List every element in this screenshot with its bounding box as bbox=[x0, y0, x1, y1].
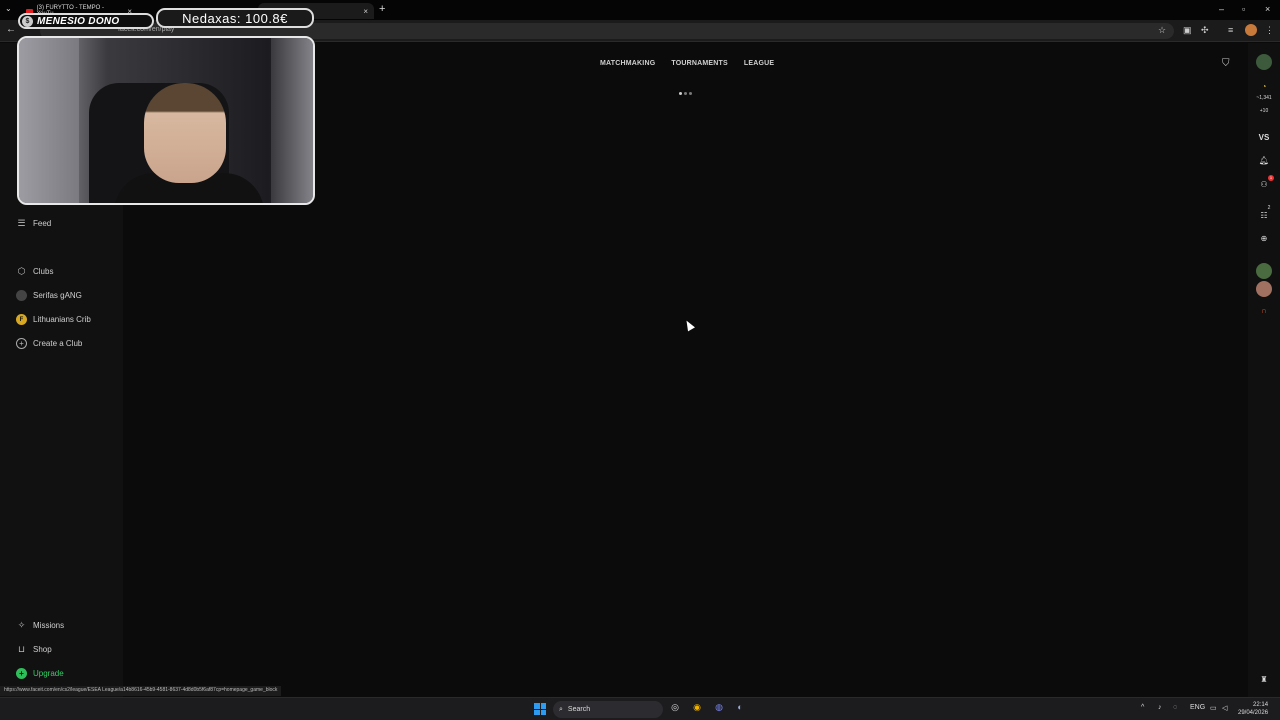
sidebar-item-club-serifas[interactable]: Serifas gANG bbox=[16, 290, 82, 301]
app-icon[interactable]: ◎ bbox=[668, 702, 682, 716]
clock[interactable]: 22:14 29/04/2026 bbox=[1238, 701, 1268, 717]
elo-delta: +10 bbox=[1259, 108, 1269, 114]
user-avatar[interactable] bbox=[1256, 54, 1272, 70]
sidebar-item-shop[interactable]: ⊔ Shop bbox=[16, 644, 52, 655]
coin-icon: $ bbox=[22, 15, 33, 27]
plus-circle-icon: + bbox=[16, 338, 27, 349]
dono-banner: $ MENESIO DONO bbox=[18, 13, 154, 29]
back-arrow-icon[interactable]: ← bbox=[6, 24, 16, 35]
vs-button[interactable]: VS bbox=[1256, 133, 1272, 142]
mic-icon[interactable]: ♪ bbox=[1158, 704, 1162, 711]
shop-bag-icon: ⊔ bbox=[17, 644, 26, 654]
sidebar-item-label: Feed bbox=[33, 219, 52, 228]
discord-icon[interactable]: ◍ bbox=[712, 702, 726, 716]
status-url: https://www.faceit.com/en/cs2/league/ESE… bbox=[0, 686, 282, 696]
sidebar-item-label: Create a Club bbox=[33, 339, 83, 348]
time: 22:14 bbox=[1253, 702, 1269, 708]
sidebar-item-label: Serifas gANG bbox=[33, 291, 82, 300]
friend-avatar[interactable] bbox=[1256, 281, 1272, 297]
date: 29/04/2026 bbox=[1238, 710, 1269, 716]
party-icon[interactable]: ⚇ bbox=[1256, 180, 1272, 189]
party-badge: 1 bbox=[1268, 175, 1274, 181]
missions-icon: ✧ bbox=[17, 620, 26, 630]
windows-taskbar: ⌕ Search ◎ ◉ ◍ ◐ ^ ♪ ◌ ENG ▭ ◁ 22:14 29/… bbox=[0, 697, 1280, 720]
top-navigation: MATCHMAKING TOURNAMENTS LEAGUE bbox=[600, 60, 774, 67]
language-indicator[interactable]: ENG bbox=[1190, 704, 1205, 711]
dono-label: MENESIO DONO bbox=[37, 15, 120, 27]
bell-icon[interactable]: 🔔︎ bbox=[1256, 156, 1272, 165]
friend-avatar[interactable] bbox=[1256, 263, 1272, 279]
steam-icon[interactable]: ◐ bbox=[733, 702, 747, 716]
sidebar-item-label: Shop bbox=[33, 645, 52, 654]
nav-league[interactable]: LEAGUE bbox=[744, 60, 774, 67]
loading-indicator bbox=[679, 92, 692, 95]
minimize-icon[interactable]: – bbox=[1219, 4, 1224, 14]
sidebar-item-upgrade[interactable]: + Upgrade bbox=[16, 668, 64, 679]
new-tab-button[interactable]: + bbox=[379, 3, 385, 15]
chrome-icon[interactable]: ◉ bbox=[690, 702, 704, 716]
club-avatar-icon bbox=[16, 290, 27, 301]
sidebar-item-create-club[interactable]: + Create a Club bbox=[16, 338, 82, 349]
shield-icon[interactable]: ⛉ bbox=[1222, 58, 1230, 69]
taskbar-search[interactable]: ⌕ Search bbox=[553, 701, 663, 718]
nav-matchmaking[interactable]: MATCHMAKING bbox=[600, 60, 655, 67]
close-icon[interactable]: × bbox=[363, 7, 368, 16]
elo-value: ~1,341 bbox=[1256, 95, 1272, 101]
add-circle-icon[interactable]: ⊕ bbox=[1256, 234, 1272, 243]
sidebar-item-label: Missions bbox=[33, 621, 65, 630]
sidebar-item-label: Lithuanians Crib bbox=[33, 315, 91, 324]
close-window-icon[interactable]: × bbox=[1265, 4, 1270, 14]
nav-tournaments[interactable]: TOURNAMENTS bbox=[671, 60, 728, 67]
search-icon: ⌕ bbox=[559, 705, 563, 713]
club-avatar-icon: F bbox=[16, 314, 27, 325]
search-label: Search bbox=[567, 706, 591, 713]
feed-icon: ☰ bbox=[17, 218, 26, 228]
display-icon[interactable]: ▭ bbox=[1210, 704, 1217, 712]
network-icon[interactable]: ◌ bbox=[1173, 704, 1177, 711]
tray-chevron-icon[interactable]: ^ bbox=[1141, 704, 1144, 711]
volume-icon[interactable]: ◁ bbox=[1222, 704, 1227, 712]
bookmark-star-icon[interactable]: ☆ bbox=[1158, 25, 1166, 36]
tab-search-chevron-icon[interactable]: ⌄ bbox=[5, 4, 12, 13]
headset-icon[interactable]: ∩ bbox=[1256, 306, 1272, 315]
top-donor-banner: Nedaxas: 100.8€ bbox=[156, 8, 314, 28]
more-menu-icon[interactable]: ⋮ bbox=[1265, 25, 1274, 36]
maximize-icon[interactable]: ▫ bbox=[1242, 4, 1245, 14]
windows-start-button[interactable] bbox=[534, 703, 546, 715]
upgrade-icon: + bbox=[16, 668, 27, 679]
sidebar-item-feed[interactable]: ☰ Feed bbox=[16, 218, 51, 229]
queue-badge: 2 bbox=[1267, 205, 1271, 211]
clubs-icon: ⬡ bbox=[17, 266, 26, 276]
queue-icon[interactable]: ☷ bbox=[1256, 211, 1272, 220]
extensions-puzzle-icon[interactable]: ✣ bbox=[1201, 25, 1209, 36]
extension-icon[interactable]: ▣ bbox=[1183, 25, 1192, 36]
sidebar-item-label: Clubs bbox=[33, 267, 54, 276]
sidebar-item-clubs[interactable]: ⬡ Clubs bbox=[16, 266, 54, 277]
sidebar-item-club-lithuanians[interactable]: F Lithuanians Crib bbox=[16, 314, 91, 325]
browser-profile-avatar[interactable] bbox=[1245, 24, 1257, 36]
elo-level-icon: ◔ bbox=[1261, 82, 1267, 91]
chat-bot-icon[interactable]: ♜ bbox=[1256, 675, 1272, 684]
webcam-overlay bbox=[17, 36, 315, 205]
sidebar-item-missions[interactable]: ✧ Missions bbox=[16, 620, 64, 631]
media-icon[interactable]: ≡ bbox=[1228, 25, 1233, 35]
sidebar-item-label: Upgrade bbox=[33, 669, 64, 678]
